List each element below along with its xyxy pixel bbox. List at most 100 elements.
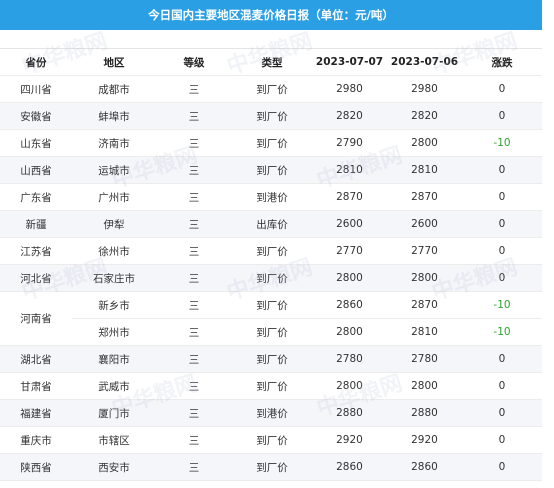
cell-change: -10 [493, 137, 511, 149]
cell-grade: 三 [188, 299, 200, 312]
cell-type: 到厂价 [256, 272, 288, 285]
table-row: 新乡市 三 到厂价 2860 2870 -10 [72, 292, 542, 319]
cell-type: 到厂价 [256, 434, 288, 447]
cell-region: 济南市 [98, 137, 130, 150]
table-row: 郑州市 三 到厂价 2800 2810 -10 [72, 319, 542, 346]
cell-price-date1: 2870 [336, 191, 363, 203]
table-row: 福建省 厦门市 三 到港价 2880 2880 0 [0, 400, 542, 427]
cell-price-date2: 2920 [411, 434, 438, 446]
cell-grade: 三 [188, 461, 200, 474]
cell-province: 湖北省 [20, 353, 52, 366]
cell-price-date1: 2860 [336, 461, 363, 473]
cell-type: 到厂价 [256, 137, 288, 150]
cell-type: 到厂价 [256, 461, 288, 474]
table-row: 新疆 伊犁 三 出库价 2600 2600 0 [0, 211, 542, 238]
cell-type: 出库价 [256, 218, 288, 231]
cell-grade: 三 [188, 218, 200, 231]
report-title: 今日国内主要地区混麦价格日报（单位：元/吨） [148, 8, 394, 22]
cell-change: 0 [498, 461, 506, 473]
cell-grade: 三 [188, 191, 200, 204]
cell-grade: 三 [188, 83, 200, 96]
cell-change: 0 [498, 272, 506, 284]
price-table: 省份 地区 等级 类型 2023-07-07 2023-07-06 涨跌 四川省… [0, 48, 542, 481]
cell-grade: 三 [188, 407, 200, 420]
header-province: 省份 [25, 56, 47, 69]
table-header-row: 省份 地区 等级 类型 2023-07-07 2023-07-06 涨跌 [0, 49, 542, 76]
cell-change: -10 [493, 326, 511, 338]
cell-price-date1: 2800 [336, 380, 363, 392]
report-title-bar: 今日国内主要地区混麦价格日报（单位：元/吨） [0, 0, 542, 30]
cell-grade: 三 [188, 245, 200, 258]
table-row: 四川省 成都市 三 到厂价 2980 2980 0 [0, 76, 542, 103]
cell-grade: 三 [188, 164, 200, 177]
cell-province-merged: 河南省 [0, 292, 72, 346]
cell-price-date1: 2800 [336, 272, 363, 284]
cell-price-date2: 2870 [411, 299, 438, 311]
cell-grade: 三 [188, 272, 200, 285]
cell-type: 到厂价 [256, 110, 288, 123]
cell-price-date2: 2880 [411, 407, 438, 419]
cell-change: 0 [498, 245, 506, 257]
cell-price-date2: 2870 [411, 191, 438, 203]
cell-price-date2: 2820 [411, 110, 438, 122]
cell-grade: 三 [188, 434, 200, 447]
table-row: 甘肃省 武威市 三 到厂价 2800 2800 0 [0, 373, 542, 400]
cell-region: 襄阳市 [98, 353, 130, 366]
cell-region: 市辖区 [98, 434, 130, 447]
header-date2: 2023-07-06 [390, 56, 459, 68]
table-row: 河北省 石家庄市 三 到厂价 2800 2800 0 [0, 265, 542, 292]
cell-price-date2: 2800 [411, 137, 438, 149]
cell-type: 到厂价 [256, 380, 288, 393]
cell-change: 0 [498, 191, 506, 203]
cell-region: 运城市 [98, 164, 130, 177]
cell-province: 广东省 [20, 191, 52, 204]
cell-region: 广州市 [98, 191, 130, 204]
cell-province: 河北省 [20, 272, 52, 285]
cell-price-date1: 2770 [336, 245, 363, 257]
cell-type: 到厂价 [256, 353, 288, 366]
header-region: 地区 [103, 56, 125, 69]
cell-region: 石家庄市 [93, 272, 135, 285]
merged-province-group: 河南省 新乡市三到厂价 2860 2870 -10 郑州市三到厂价 2800 2810 -10 [0, 292, 542, 346]
cell-price-date1: 2790 [336, 137, 363, 149]
table-row: 江苏省 徐州市 三 到厂价 2770 2770 0 [0, 238, 542, 265]
table-row: 山东省 济南市 三 到厂价 2790 2800 -10 [0, 130, 542, 157]
cell-province: 新疆 [25, 218, 47, 231]
cell-change: 0 [498, 83, 506, 95]
cell-price-date2: 2860 [411, 461, 438, 473]
header-grade: 等级 [183, 56, 205, 69]
cell-region: 厦门市 [98, 407, 130, 420]
cell-grade: 三 [188, 353, 200, 366]
table-row: 重庆市 市辖区 三 到厂价 2920 2920 0 [0, 427, 542, 454]
table-row: 广东省 广州市 三 到港价 2870 2870 0 [0, 184, 542, 211]
cell-type: 到厂价 [256, 83, 288, 96]
cell-province: 江苏省 [20, 245, 52, 258]
cell-change: 0 [498, 353, 506, 365]
cell-type: 到港价 [256, 407, 288, 420]
cell-price-date2: 2770 [411, 245, 438, 257]
cell-province: 安徽省 [20, 110, 52, 123]
cell-province: 重庆市 [20, 434, 52, 447]
cell-type: 到厂价 [256, 245, 288, 258]
cell-price-date2: 2980 [411, 83, 438, 95]
cell-province: 山东省 [20, 137, 52, 150]
cell-change: 0 [498, 164, 506, 176]
cell-price-date1: 2880 [336, 407, 363, 419]
cell-type: 到厂价 [256, 299, 288, 312]
cell-price-date1: 2820 [336, 110, 363, 122]
cell-change: -10 [493, 299, 511, 311]
header-date1: 2023-07-07 [315, 56, 384, 68]
cell-region: 蚌埠市 [98, 110, 130, 123]
cell-price-date2: 2810 [411, 326, 438, 338]
cell-change: 0 [498, 218, 506, 230]
cell-price-date2: 2780 [411, 353, 438, 365]
cell-province: 甘肃省 [20, 380, 52, 393]
cell-change: 0 [498, 407, 506, 419]
table-row: 陕西省 西安市 三 到厂价 2860 2860 0 [0, 454, 542, 481]
table-body: 四川省 成都市三到厂价 2980 2980 0 安徽省 蚌埠市三到厂价 2820 2820 0 山东… [0, 76, 542, 481]
header-change: 涨跌 [491, 56, 513, 69]
cell-price-date2: 2800 [411, 272, 438, 284]
cell-region: 郑州市 [98, 326, 130, 339]
cell-region: 新乡市 [98, 299, 130, 312]
cell-price-date2: 2600 [411, 218, 438, 230]
